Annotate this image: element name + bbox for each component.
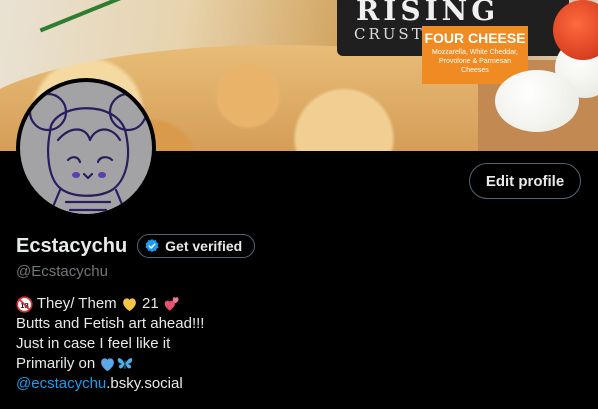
banner-cheese-1 bbox=[495, 70, 579, 132]
bio-link-handle[interactable]: @ecstacychu bbox=[16, 374, 106, 394]
banner-brand-line2: CRUST bbox=[354, 25, 425, 43]
bio-primarily-on: Primarily on bbox=[16, 355, 100, 372]
avatar-drawing bbox=[28, 92, 148, 214]
bio-link-domain: .bsky.social bbox=[106, 375, 183, 392]
avatar[interactable] bbox=[16, 78, 156, 218]
edit-profile-button[interactable]: Edit profile bbox=[469, 163, 581, 199]
banner-flavor-desc: Mozzarella, White Cheddar, Provolone & P… bbox=[432, 49, 518, 74]
name-row: Ecstacychu Get verified bbox=[16, 234, 256, 258]
blue-heart-icon bbox=[99, 356, 116, 372]
verified-badge-icon bbox=[145, 239, 159, 253]
banner-brand-line1: RISING bbox=[356, 0, 500, 27]
get-verified-button[interactable]: Get verified bbox=[137, 234, 256, 258]
bio-line-3: Just in case I feel like it bbox=[16, 335, 171, 352]
bio-line-4: Primarily on bbox=[16, 354, 576, 374]
avatar-image bbox=[20, 82, 152, 214]
bio-age: 21 bbox=[137, 295, 163, 312]
two-hearts-icon bbox=[163, 296, 181, 312]
user-handle: @Ecstacychu bbox=[16, 263, 108, 280]
bio-pronouns: They/ Them bbox=[33, 295, 121, 312]
yellow-heart-icon bbox=[121, 296, 138, 312]
get-verified-label: Get verified bbox=[165, 238, 243, 254]
banner-flavor-title: FOUR CHEESE bbox=[424, 30, 526, 46]
bio-line-2: Butts and Fetish art ahead!!! bbox=[16, 315, 205, 332]
no-under-18-icon: 18 bbox=[16, 295, 33, 313]
bio-line-1: 18 They/ Them 21 bbox=[16, 294, 576, 314]
display-name: Ecstacychu bbox=[16, 234, 128, 257]
butterfly-icon bbox=[116, 356, 134, 372]
bio-line-5: @ecstacychu .bsky.social bbox=[16, 374, 576, 394]
banner-leaf bbox=[39, 0, 153, 33]
profile-bio: 18 They/ Them 21 Butts and Fetish art ah… bbox=[16, 294, 576, 394]
